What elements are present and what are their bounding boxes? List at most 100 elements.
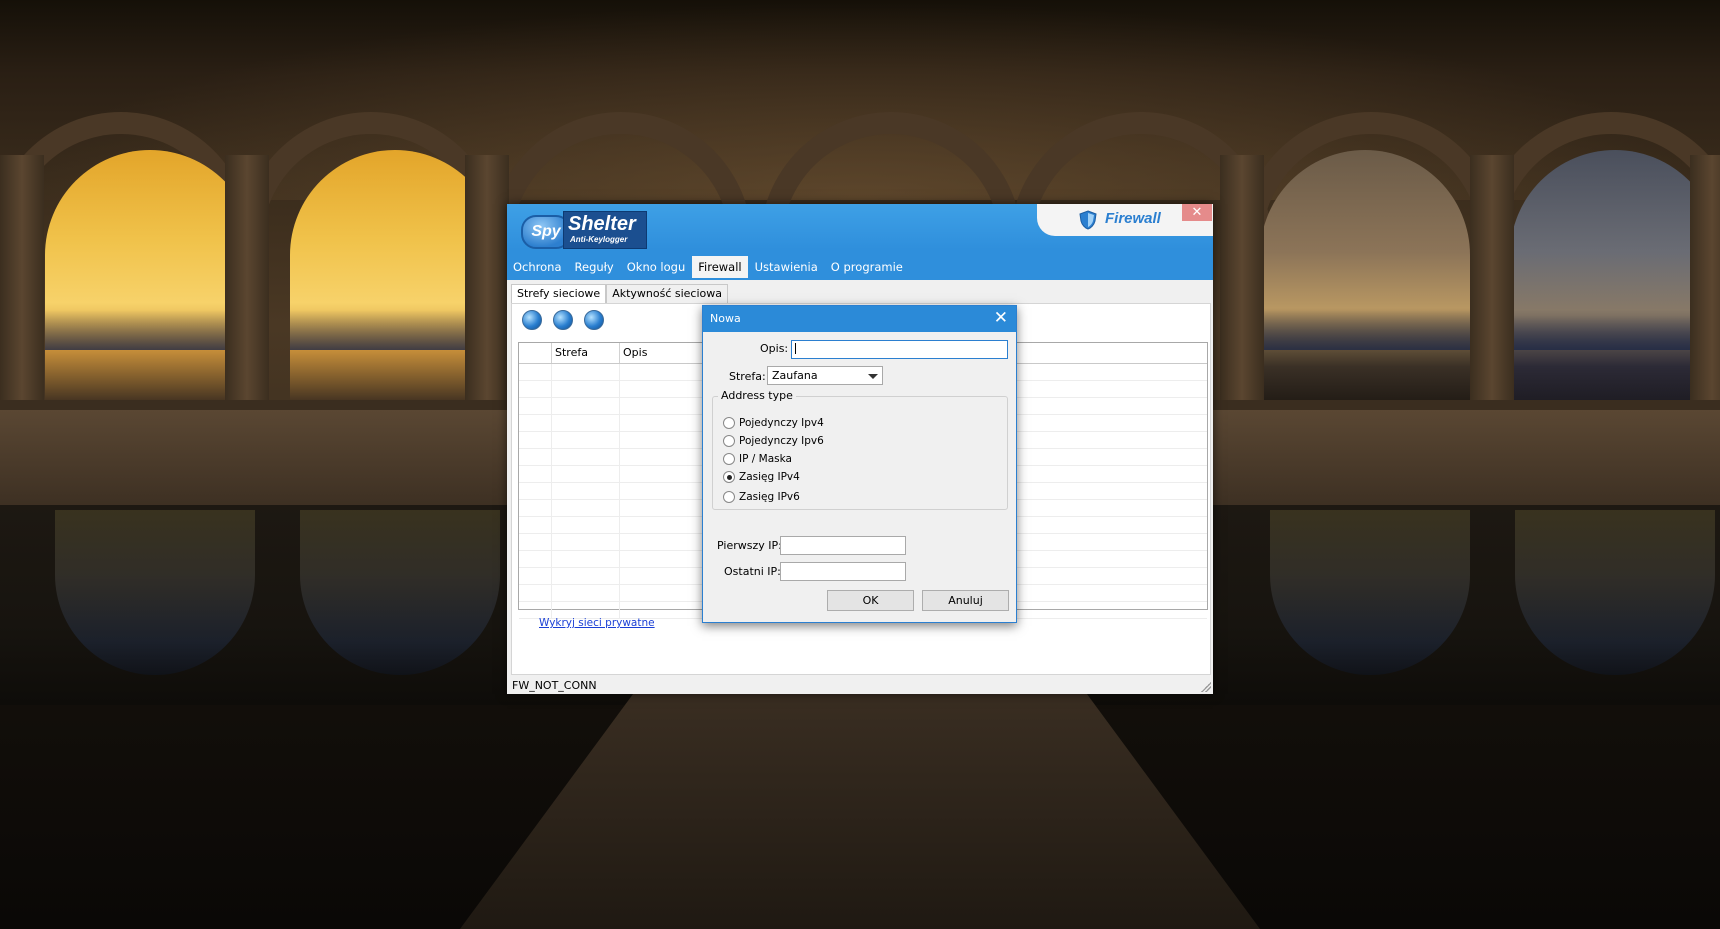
wallpaper-pillar xyxy=(465,155,509,420)
detect-private-networks-link[interactable]: Wykryj sieci prywatne xyxy=(539,617,655,629)
globe-add-icon[interactable] xyxy=(522,310,542,330)
globe-edit-icon[interactable] xyxy=(553,310,573,330)
opis-label: Opis: xyxy=(760,342,789,355)
globe-remove-icon[interactable] xyxy=(584,310,604,330)
table-cell-empty xyxy=(519,585,552,601)
radio-icon[interactable] xyxy=(723,435,735,447)
table-cell-empty xyxy=(519,381,552,397)
ok-button[interactable]: OK xyxy=(827,590,914,611)
address-type-legend: Address type xyxy=(718,389,796,402)
radio-selected-icon[interactable] xyxy=(723,471,735,483)
table-cell-empty xyxy=(552,500,620,516)
table-cell-empty xyxy=(519,449,552,465)
table-cell-empty xyxy=(519,500,552,516)
main-menu: Ochrona Reguły Okno logu Firewall Ustawi… xyxy=(507,256,910,278)
tab-bar: Strefy sieciowe Aktywność sieciowa xyxy=(511,284,729,305)
table-cell-empty xyxy=(552,449,620,465)
table-cell-empty xyxy=(552,415,620,431)
spyshelter-logo: Spy Shelter Anti-Keylogger xyxy=(521,211,651,249)
radio-label: Pojedynczy Ipv6 xyxy=(739,435,824,447)
table-cell-empty xyxy=(519,602,552,618)
wallpaper-pillar xyxy=(1220,155,1264,420)
app-header: Spy Shelter Anti-Keylogger Firewall ✕ Oc… xyxy=(507,204,1213,280)
table-cell-empty xyxy=(552,517,620,533)
wallpaper-arch xyxy=(1260,150,1470,405)
chevron-down-icon xyxy=(868,374,878,379)
radio-zasieg-ipv4[interactable]: Zasięg IPv4 xyxy=(723,471,800,483)
dialog-title-bar[interactable]: Nowa ✕ xyxy=(703,306,1016,332)
table-cell-empty xyxy=(552,534,620,550)
menu-item-firewall[interactable]: Firewall xyxy=(692,256,748,278)
cancel-button[interactable]: Anuluj xyxy=(922,590,1009,611)
menu-item-o-programie[interactable]: O programie xyxy=(825,256,909,278)
table-cell-empty xyxy=(519,466,552,482)
radio-label: Zasięg IPv6 xyxy=(739,491,800,503)
radio-icon[interactable] xyxy=(723,453,735,465)
menu-item-okno-logu[interactable]: Okno logu xyxy=(621,256,692,278)
first-ip-label: Pierwszy IP: xyxy=(717,539,782,552)
column-header-strefa[interactable]: Strefa xyxy=(552,343,620,363)
wallpaper-arch xyxy=(45,150,255,405)
table-cell-empty xyxy=(519,432,552,448)
zones-toolbar xyxy=(522,310,615,330)
radio-icon[interactable] xyxy=(723,417,735,429)
menu-item-ustawienia[interactable]: Ustawienia xyxy=(749,256,824,278)
radio-pojedynczy-ipv6[interactable]: Pojedynczy Ipv6 xyxy=(723,435,824,447)
last-ip-input[interactable] xyxy=(780,562,906,581)
table-cell-empty xyxy=(519,551,552,567)
table-cell-empty xyxy=(519,534,552,550)
radio-pojedynczy-ipv4[interactable]: Pojedynczy Ipv4 xyxy=(723,417,824,429)
logo-shelter-text: Shelter xyxy=(568,213,636,235)
logo-subtitle: Anti-Keylogger xyxy=(570,235,628,244)
table-cell-empty xyxy=(552,381,620,397)
last-ip-label: Ostatni IP: xyxy=(724,565,781,578)
strefa-label: Strefa: xyxy=(729,370,766,383)
radio-ip-maska[interactable]: IP / Maska xyxy=(723,453,792,465)
wallpaper-pillar xyxy=(1690,155,1720,420)
address-type-group: Address type Pojedynczy Ipv4 Pojedynczy … xyxy=(712,389,1008,510)
dialog-title: Nowa xyxy=(710,312,741,325)
radio-label: IP / Maska xyxy=(739,453,792,465)
status-text: FW_NOT_CONN xyxy=(512,679,597,692)
radio-zasieg-ipv6[interactable]: Zasięg IPv6 xyxy=(723,491,800,503)
wallpaper-pillar xyxy=(0,155,44,420)
table-cell-empty xyxy=(519,415,552,431)
opis-input[interactable] xyxy=(791,340,1008,359)
table-cell-empty xyxy=(519,517,552,533)
menu-item-reguly[interactable]: Reguły xyxy=(569,256,620,278)
wallpaper-stone-path xyxy=(460,690,1260,929)
section-title: Firewall xyxy=(1105,210,1161,227)
dialog-close-button[interactable]: ✕ xyxy=(994,308,1008,328)
status-bar: FW_NOT_CONN xyxy=(507,677,1213,694)
table-cell-empty xyxy=(519,483,552,499)
radio-icon[interactable] xyxy=(723,491,735,503)
logo-shelter-box: Shelter Anti-Keylogger xyxy=(563,211,647,249)
first-ip-input[interactable] xyxy=(780,536,906,555)
close-button[interactable]: ✕ xyxy=(1182,204,1212,221)
wallpaper-pillar xyxy=(225,155,269,420)
tab-aktywnosc-sieciowa[interactable]: Aktywność sieciowa xyxy=(606,284,729,305)
table-cell-empty xyxy=(519,568,552,584)
table-cell-empty xyxy=(552,398,620,414)
new-zone-dialog: Nowa ✕ Opis: Strefa: Zaufana Address typ… xyxy=(702,305,1017,623)
strefa-select[interactable]: Zaufana xyxy=(767,366,883,385)
table-cell-empty xyxy=(552,466,620,482)
table-cell-empty xyxy=(552,432,620,448)
table-cell-empty xyxy=(552,551,620,567)
wallpaper-pillar xyxy=(1470,155,1514,420)
table-cell-empty xyxy=(552,568,620,584)
table-cell-empty xyxy=(519,364,552,380)
menu-item-ochrona[interactable]: Ochrona xyxy=(507,256,568,278)
strefa-selected-value: Zaufana xyxy=(772,369,818,382)
resize-grip-icon[interactable] xyxy=(1201,682,1211,692)
text-caret xyxy=(795,343,796,354)
column-header-select[interactable] xyxy=(519,343,552,363)
table-cell-empty xyxy=(552,585,620,601)
table-cell-empty xyxy=(552,483,620,499)
radio-label: Zasięg IPv4 xyxy=(739,471,800,483)
wallpaper-arch xyxy=(1510,150,1720,405)
table-cell-empty xyxy=(519,398,552,414)
shield-icon xyxy=(1079,210,1097,230)
radio-label: Pojedynczy Ipv4 xyxy=(739,417,824,429)
tab-strefy-sieciowe[interactable]: Strefy sieciowe xyxy=(511,284,607,305)
